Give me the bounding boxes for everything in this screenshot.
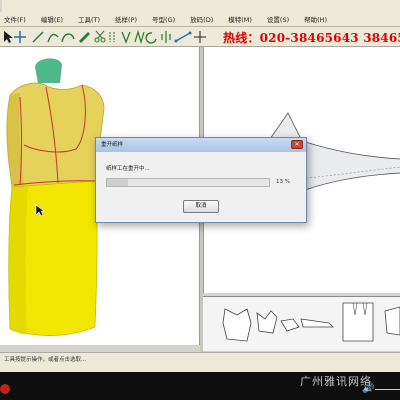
record-indicator-icon <box>0 384 10 394</box>
progress-bar <box>106 178 270 187</box>
menu-file[interactable]: 文件(F) <box>4 14 26 24</box>
volume-slider[interactable] <box>375 389 400 390</box>
curve-icon[interactable] <box>47 33 59 43</box>
piece-back-bodice[interactable] <box>342 302 374 342</box>
menu-tools[interactable]: 工具(T) <box>78 14 100 24</box>
menu-pattern[interactable]: 纸样(P) <box>115 14 137 24</box>
move-icon[interactable] <box>14 31 26 43</box>
hotline-banner: 热线：020-38465643 38465 <box>223 31 400 45</box>
window-title <box>2 0 400 12</box>
dialog-message: 纸样工在重开中... <box>106 166 150 172</box>
speaker-icon[interactable]: 🔊 <box>362 383 376 395</box>
menu-size[interactable]: 号型(G) <box>152 14 175 24</box>
scissors-icon[interactable] <box>94 30 106 43</box>
dialog-title: 重开纸样 <box>96 138 306 152</box>
measure-icon[interactable] <box>174 31 192 43</box>
point-icon[interactable] <box>194 31 206 43</box>
dart-icon[interactable] <box>121 31 131 44</box>
pen-icon[interactable] <box>79 32 90 43</box>
menu-bar: 文件(F) 编辑(E) 工具(T) 纸样(P) 号型(G) 放码(D) 模特(M… <box>0 12 400 27</box>
pleat-icon[interactable] <box>134 29 145 45</box>
piece-side[interactable] <box>384 306 400 336</box>
menu-model[interactable]: 模特(M) <box>228 14 252 24</box>
piece-facing[interactable] <box>300 318 334 328</box>
mirror-icon[interactable] <box>161 31 171 43</box>
arc-icon[interactable] <box>61 33 75 43</box>
piece-front-bodice[interactable] <box>222 308 252 342</box>
select-arrow-icon[interactable] <box>4 31 13 43</box>
piece-tray-canvas <box>222 302 400 342</box>
menu-edit[interactable]: 编辑(E) <box>41 14 63 24</box>
menu-grading[interactable]: 放码(D) <box>190 14 213 24</box>
close-icon[interactable]: ✕ <box>291 140 303 149</box>
toolbar-icons <box>4 29 206 45</box>
toolbar: 热线：020-38465643 38465 <box>0 27 400 47</box>
pattern-piece-tray[interactable] <box>203 296 400 351</box>
pattern-design-app: 文件(F) 编辑(E) 工具(T) 纸样(P) 号型(G) 放码(D) 模特(M… <box>0 0 400 372</box>
piece-collar[interactable] <box>280 318 300 332</box>
cancel-button[interactable]: 取消 <box>183 200 219 213</box>
rotate-icon[interactable] <box>145 32 157 44</box>
progress-percent-label: 13 % <box>276 179 290 185</box>
line-icon[interactable] <box>32 31 44 43</box>
status-bar: 工具按提示操作，或者点击选取... <box>0 352 400 366</box>
menu-settings[interactable]: 设置(S) <box>267 14 289 24</box>
piece-sleeve[interactable] <box>256 310 278 334</box>
reopen-pattern-dialog: 重开纸样 ✕ 纸样工在重开中... 13 % 取消 <box>95 137 307 223</box>
menu-help[interactable]: 帮助(H) <box>304 14 327 24</box>
progress-fill <box>107 179 129 186</box>
mannequin-neck <box>35 58 62 83</box>
seam-icon[interactable] <box>109 32 115 42</box>
garment-skirt-shade <box>8 186 29 335</box>
